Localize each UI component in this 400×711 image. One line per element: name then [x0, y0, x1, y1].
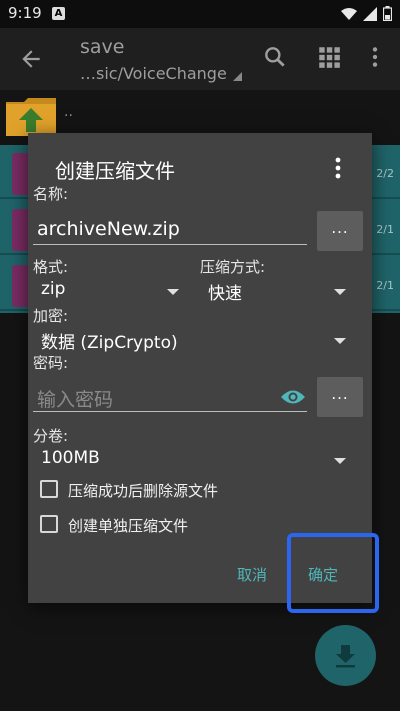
format-label: 格式:	[33, 258, 69, 276]
confirm-highlight-box	[287, 533, 379, 613]
signal-icon	[363, 6, 377, 21]
encrypt-value: 数据 (ZipCrypto)	[41, 333, 178, 353]
format-dropdown-icon	[167, 289, 179, 295]
password-underline	[33, 411, 307, 412]
path-subtitle[interactable]: …sic/VoiceChange	[80, 64, 242, 83]
compress-method-value: 快速	[208, 284, 242, 304]
wifi-icon	[341, 7, 357, 20]
status-time: 9:19	[8, 4, 42, 22]
cancel-button[interactable]: 取消	[237, 564, 267, 585]
archive-name-input[interactable]: archiveNew.zip	[37, 218, 180, 240]
encrypt-select[interactable]: 数据 (ZipCrypto)	[33, 327, 350, 353]
password-input[interactable]: 输入密码	[37, 385, 113, 412]
split-value: 100MB	[41, 448, 100, 468]
parent-label: ..	[64, 104, 73, 120]
back-arrow-icon[interactable]	[18, 46, 44, 72]
format-select[interactable]: zip	[33, 278, 188, 304]
path-text: …sic/VoiceChange	[80, 64, 227, 83]
split-label: 分卷:	[33, 427, 69, 445]
delete-source-label: 压缩成功后删除源文件	[68, 482, 219, 500]
status-bar: 9:19 A	[0, 0, 400, 28]
battery-icon	[383, 6, 392, 21]
encrypt-label: 加密:	[33, 307, 69, 325]
item-count: 2/1	[376, 279, 394, 292]
download-icon	[336, 645, 355, 668]
password-label: 密码:	[33, 354, 69, 372]
split-dropdown-icon	[334, 458, 346, 464]
separate-archive-label: 创建单独压缩文件	[68, 517, 189, 535]
separate-archive-checkbox[interactable]	[40, 515, 58, 533]
name-browse-button[interactable]: ...	[317, 211, 363, 251]
compress-dropdown-icon	[334, 289, 346, 295]
app-bar: save …sic/VoiceChange	[0, 28, 400, 90]
delete-source-option[interactable]: 压缩成功后删除源文件	[38, 478, 288, 502]
folder-up-icon	[6, 98, 56, 136]
compress-method-label: 压缩方式:	[200, 258, 266, 276]
grid-view-icon[interactable]	[316, 44, 342, 70]
item-count: 2/2	[376, 167, 394, 180]
search-icon[interactable]	[262, 44, 288, 70]
delete-source-checkbox[interactable]	[40, 480, 58, 498]
format-value: zip	[41, 279, 66, 299]
page-title: save	[80, 36, 125, 58]
dialog-more-icon[interactable]	[332, 157, 344, 179]
notification-badge: A	[52, 7, 65, 20]
split-select[interactable]: 100MB	[33, 447, 350, 473]
more-vert-icon[interactable]	[362, 44, 388, 70]
encrypt-dropdown-icon	[334, 338, 346, 344]
name-underline	[33, 244, 307, 245]
item-count: 2/1	[376, 223, 394, 236]
name-label: 名称:	[33, 185, 69, 203]
visibility-icon[interactable]	[280, 388, 306, 406]
separate-archive-option[interactable]: 创建单独压缩文件	[38, 513, 288, 537]
download-fab[interactable]	[315, 625, 376, 686]
compress-method-select[interactable]: 快速	[200, 278, 350, 304]
dialog-title: 创建压缩文件	[55, 159, 175, 183]
dropdown-caret-icon	[232, 72, 242, 81]
password-more-button[interactable]: ...	[317, 377, 363, 417]
